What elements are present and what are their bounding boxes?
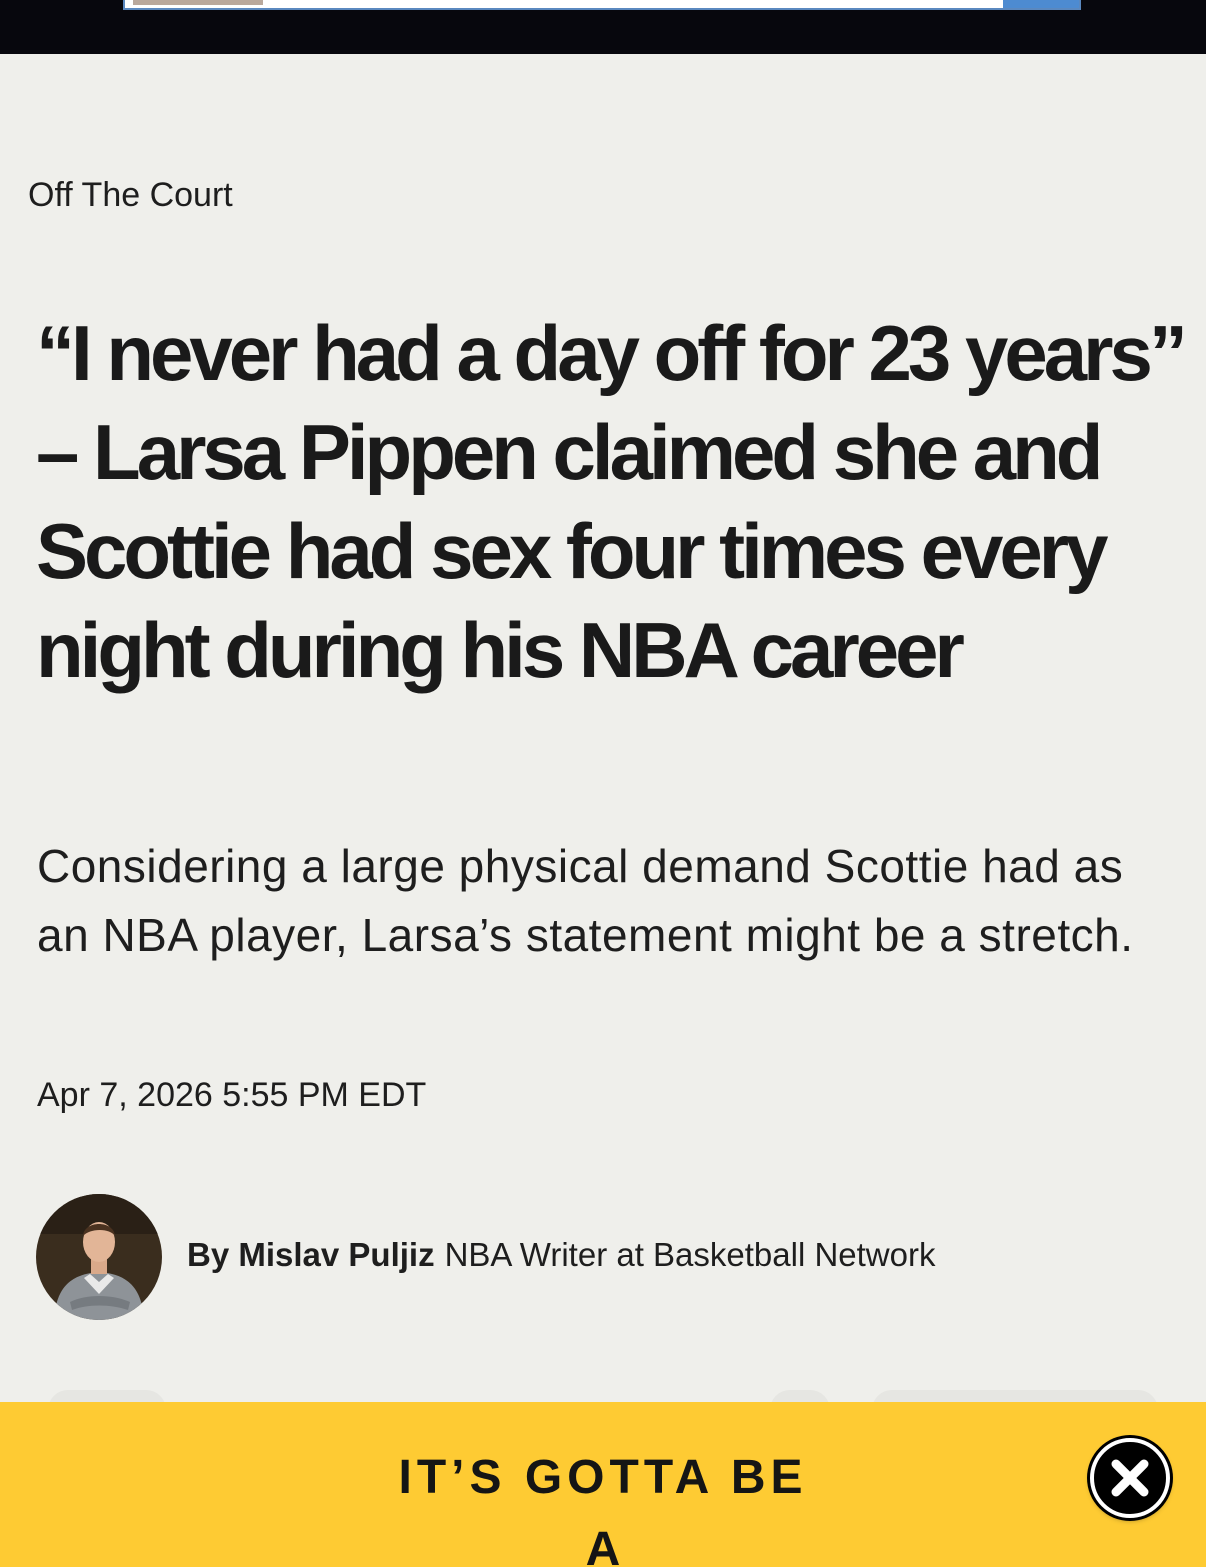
ad-thumbnail <box>133 0 263 5</box>
close-ad-button[interactable] <box>1090 1438 1170 1518</box>
author-role: NBA Writer at Basketball Network <box>444 1236 936 1273</box>
author-avatar[interactable] <box>36 1194 162 1320</box>
ad-headline: IT’S GOTTA BE <box>398 1451 808 1504</box>
close-icon <box>1111 1459 1149 1497</box>
byline: By Mislav Puljiz NBA Writer at Basketball… <box>187 1236 936 1274</box>
author-name[interactable]: By Mislav Puljiz <box>187 1236 435 1273</box>
article-timestamp: Apr 7, 2026 5:55 PM EDT <box>37 1076 427 1114</box>
top-ad-slot[interactable] <box>123 0 1081 10</box>
article-category[interactable]: Off The Court <box>28 176 233 215</box>
ad-headline-continued: A <box>585 1523 621 1567</box>
bottom-ad-banner[interactable]: IT’S GOTTA BE A <box>0 1402 1206 1567</box>
ad-cta-button[interactable] <box>1003 0 1079 8</box>
article-subheadline: Considering a large physical demand Scot… <box>37 840 1134 961</box>
article-headline: “I never had a day off for 23 years” – L… <box>36 309 1188 694</box>
top-ad-bar <box>0 0 1206 54</box>
